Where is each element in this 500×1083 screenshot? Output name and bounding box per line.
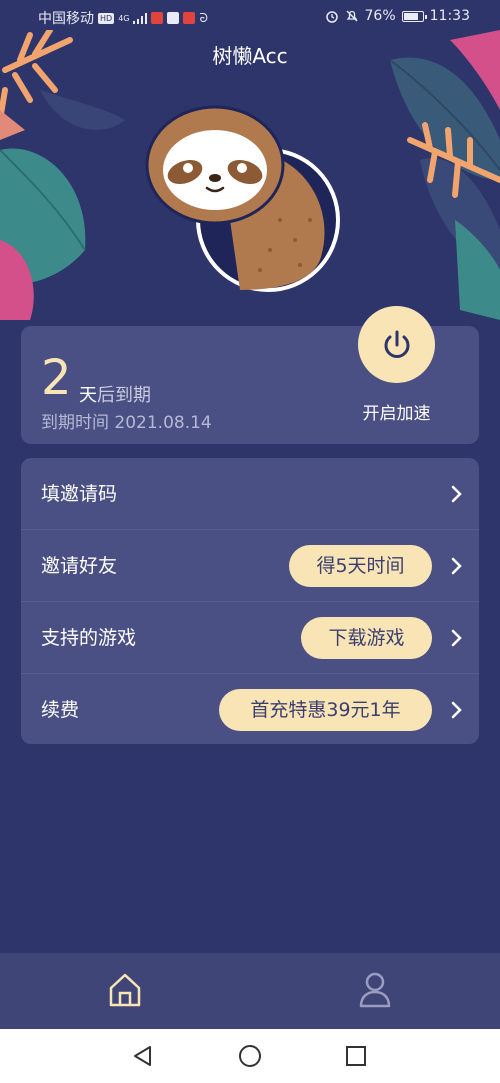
menu-item-label: 支持的游戏 bbox=[41, 627, 137, 649]
invite-reward-badge[interactable]: 得5天时间 bbox=[289, 545, 432, 587]
menu-item-label: 填邀请码 bbox=[41, 483, 118, 505]
home-circle-icon[interactable] bbox=[238, 1044, 262, 1068]
network-type: 4G bbox=[118, 13, 130, 23]
menu-item-invite-friends[interactable]: 邀请好友 得5天时间 bbox=[21, 530, 479, 602]
clock: 11:33 bbox=[429, 8, 470, 24]
chevron-right-icon bbox=[451, 629, 462, 647]
chevron-right-icon bbox=[451, 701, 462, 719]
back-icon[interactable] bbox=[131, 1044, 155, 1068]
alarm-icon bbox=[325, 11, 338, 23]
sloth-avatar-icon bbox=[145, 105, 340, 292]
power-icon bbox=[384, 330, 409, 358]
download-games-badge[interactable]: 下载游戏 bbox=[301, 617, 432, 659]
signal-icon bbox=[133, 12, 148, 24]
carrier-name: 中国移动 bbox=[38, 11, 94, 27]
user-icon[interactable] bbox=[358, 971, 392, 1009]
menu-item-supported-games[interactable]: 支持的游戏 下载游戏 bbox=[21, 602, 479, 674]
home-icon[interactable] bbox=[107, 971, 143, 1009]
renew-promo-badge[interactable]: 首充特惠39元1年 bbox=[219, 689, 432, 731]
mute-icon bbox=[346, 10, 357, 22]
battery-percent: 76% bbox=[364, 8, 396, 24]
days-remaining: 2 bbox=[41, 350, 72, 406]
bottom-tab-bar bbox=[0, 953, 500, 1029]
days-remaining-unit: 天后到期 bbox=[79, 381, 151, 407]
notification-app-icon: ᘒ bbox=[199, 10, 208, 25]
menu-item-label: 邀请好友 bbox=[41, 555, 118, 577]
status-bar: 中国移动 HD 4G ᘒ 76% 11:33 bbox=[0, 0, 500, 34]
notification-app-icon bbox=[151, 12, 164, 24]
tropical-leaves-left-icon bbox=[0, 30, 125, 320]
recents-icon[interactable] bbox=[346, 1046, 366, 1066]
notification-app-icon bbox=[183, 12, 196, 24]
battery-icon bbox=[401, 10, 427, 22]
menu-item-label: 续费 bbox=[41, 699, 80, 721]
system-navigation-bar bbox=[0, 1029, 500, 1083]
menu-list: 填邀请码 邀请好友 得5天时间 支持的游戏 下载游戏 续费 首充特惠39元1年 bbox=[21, 458, 479, 744]
expire-suffix: 后到期 bbox=[97, 385, 151, 406]
accelerate-label[interactable]: 开启加速 bbox=[340, 399, 453, 424]
chevron-right-icon bbox=[451, 557, 462, 575]
day-unit: 天 bbox=[79, 385, 97, 406]
chevron-right-icon bbox=[451, 485, 462, 503]
menu-item-invite-code[interactable]: 填邀请码 bbox=[21, 458, 479, 530]
notification-app-icon bbox=[167, 12, 180, 24]
expiry-date: 到期时间 2021.08.14 bbox=[41, 413, 212, 433]
hd-badge: HD bbox=[98, 12, 115, 24]
tropical-leaves-right-icon bbox=[389, 30, 500, 320]
accelerate-button[interactable] bbox=[358, 306, 435, 383]
menu-item-renew[interactable]: 续费 首充特惠39元1年 bbox=[21, 674, 479, 746]
